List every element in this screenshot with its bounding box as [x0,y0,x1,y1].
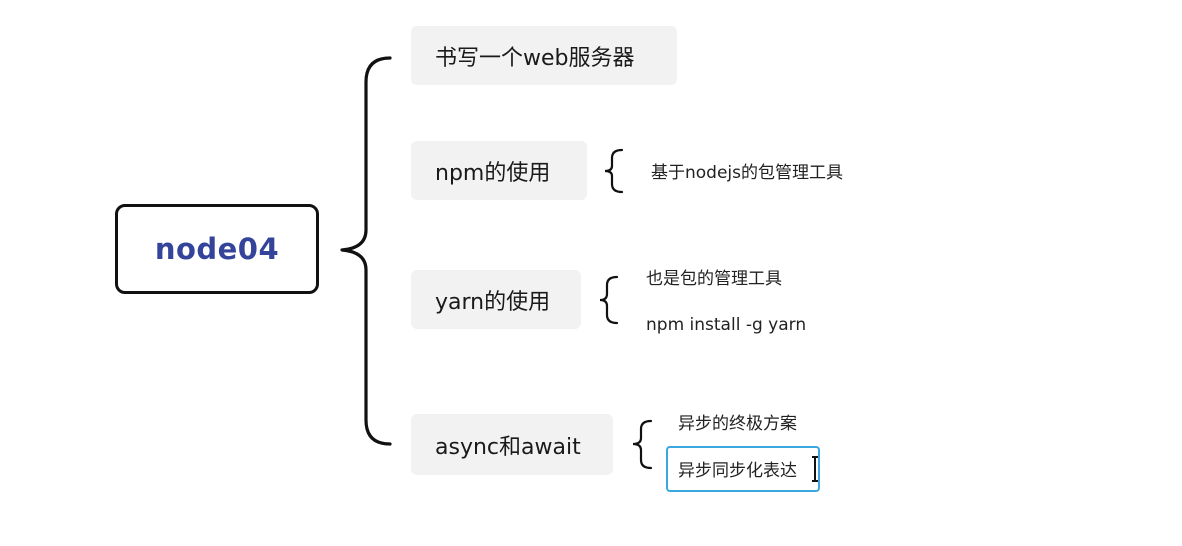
topic-yarn[interactable]: yarn的使用 [411,270,581,329]
mindmap-canvas[interactable]: node04 书写一个web服务器 npm的使用 yarn的使用 async和a… [0,0,1182,546]
topic-label: yarn的使用 [435,289,551,315]
subtopic-async-sync-expression-selected[interactable]: 异步同步化表达 [666,446,820,492]
root-node[interactable]: node04 [115,204,319,294]
topic-npm[interactable]: npm的使用 [411,141,587,200]
topic-async-await[interactable]: async和await [411,414,613,475]
async-brace [632,419,653,470]
topic-label: 书写一个web服务器 [435,45,635,71]
root-label: node04 [154,232,280,266]
text-cursor-icon [812,456,818,482]
subtopic-yarn-desc[interactable]: 也是包的管理工具 [646,264,782,289]
main-brace [340,56,392,446]
subtopic-async-desc[interactable]: 异步的终极方案 [678,409,797,434]
subtopic-yarn-install[interactable]: npm install -g yarn [646,315,806,335]
subtopic-npm-desc[interactable]: 基于nodejs的包管理工具 [651,158,843,183]
topic-web-server[interactable]: 书写一个web服务器 [411,26,677,85]
npm-brace [604,148,624,194]
topic-label: npm的使用 [435,160,551,186]
topic-label: async和await [435,434,581,460]
yarn-brace [599,275,619,325]
